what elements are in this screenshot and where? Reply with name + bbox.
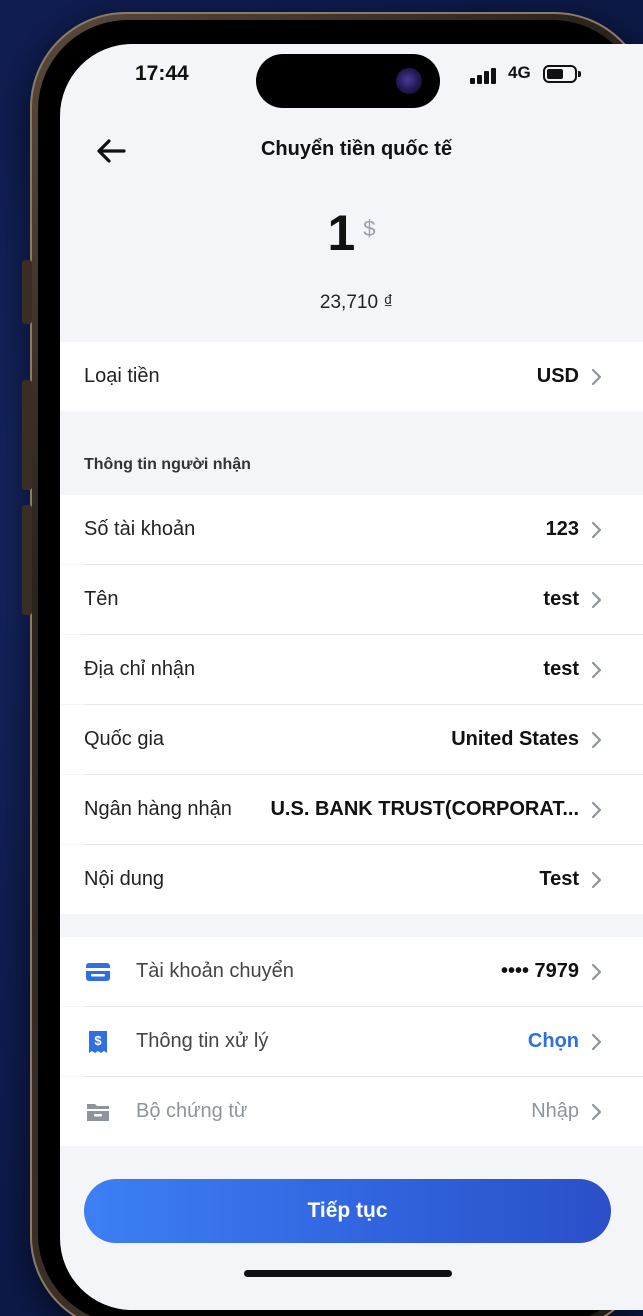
chevron-right-icon [591,731,602,748]
battery-icon [543,65,581,83]
folder-icon [87,1103,109,1121]
chevron-right-icon [591,1033,602,1050]
card-icon [86,962,110,981]
recipient-section-title: Thông tin người nhận [84,456,251,473]
home-indicator[interactable] [244,1270,452,1277]
processing-info-row[interactable]: $ Thông tin xử lý Chọn [60,1007,643,1076]
transfer-amount[interactable]: 1 $ [60,204,643,262]
chevron-right-icon [591,1103,602,1120]
recipient-row-country[interactable]: Quốc gia United States [60,705,643,774]
chevron-right-icon [591,871,602,888]
recipient-row-content[interactable]: Nội dung Test [60,845,643,914]
chevron-right-icon [591,368,602,385]
receipt-dollar-icon: $ [89,1030,107,1053]
converted-amount: 23,710 ₫ [319,292,394,313]
mute-switch [22,260,32,324]
recipient-row-bank[interactable]: Ngân hàng nhận U.S. BANK TRUST(CORPORAT.… [60,775,643,844]
currency-symbol: $ [363,216,376,241]
row-value: 123 [545,518,579,540]
app-screen: 17:44 4G Chuyển tiền quốc tế 1 $ 23,710 ₫… [60,44,643,1310]
row-value: test [543,588,579,610]
dynamic-island [256,54,440,108]
row-value: •••• 7979 [500,960,579,982]
row-label: Địa chỉ nhận [84,658,196,680]
row-label: Tài khoản chuyển [136,960,294,982]
chevron-right-icon [591,661,602,678]
volume-up-button [22,380,32,490]
recipient-row-address[interactable]: Địa chỉ nhận test [60,635,643,704]
row-value: U.S. BANK TRUST(CORPORAT... [270,798,579,820]
row-value: Chọn [527,1030,579,1052]
row-value: United States [451,728,579,750]
row-value: Test [539,868,579,890]
row-label: Nội dung [84,868,165,890]
recipient-row-account-number[interactable]: Số tài khoản 123 [60,495,643,564]
row-label: Thông tin xử lý [136,1030,269,1052]
nav-header: Chuyển tiền quốc tế [60,124,643,180]
row-label: Số tài khoản [84,518,196,540]
network-type: 4G [508,63,531,82]
row-label: Ngân hàng nhận [84,798,232,820]
row-label: Quốc gia [84,728,165,750]
page-title: Chuyển tiền quốc tế [260,138,453,160]
currency-value: USD [536,365,579,387]
chevron-right-icon [591,591,602,608]
amount-value: 1 [327,205,356,261]
recipient-row-name[interactable]: Tên test [60,565,643,634]
signal-icon [470,68,502,84]
chevron-right-icon [591,963,602,980]
currency-row[interactable]: Loại tiền USD [60,342,643,411]
continue-button[interactable]: Tiếp tục [84,1179,611,1243]
row-label: Bộ chứng từ [136,1100,248,1122]
chevron-right-icon [591,521,602,538]
volume-down-button [22,505,32,615]
row-value: test [543,658,579,680]
row-value: Nhập [531,1100,579,1122]
source-account-row[interactable]: Tài khoản chuyển •••• 7979 [60,937,643,1006]
row-label: Tên [84,588,119,610]
status-time: 17:44 [135,62,189,85]
currency-label: Loại tiền [84,365,160,387]
camera-icon [396,68,422,94]
documents-row[interactable]: Bộ chứng từ Nhập [60,1077,643,1146]
status-bar: 17:44 4G [60,44,643,124]
svg-text:$: $ [94,1033,102,1048]
chevron-right-icon [591,801,602,818]
